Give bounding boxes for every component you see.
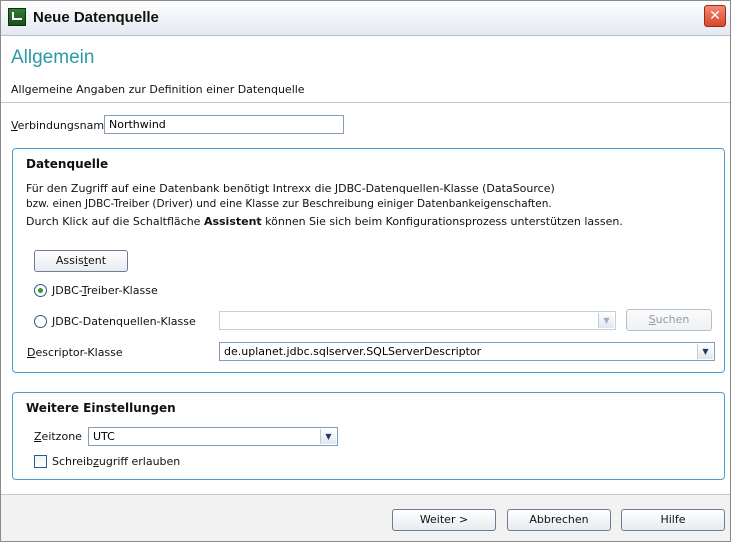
driver-class-label[interactable]: JDBC-Treiber-Klasse	[52, 284, 158, 297]
title-bar[interactable]: Neue Datenquelle ✕	[1, 1, 730, 36]
chevron-down-icon[interactable]: ▼	[598, 313, 614, 328]
more-settings-title: Weitere Einstellungen	[26, 401, 176, 415]
connection-name-label: Verbindungsname	[11, 119, 111, 132]
search-button[interactable]: Suchen	[626, 309, 712, 331]
desc-text: können Sie sich beim Konfigurationsproze…	[261, 215, 623, 228]
window-title: Neue Datenquelle	[33, 9, 159, 26]
timezone-label: Zeitzone	[34, 430, 82, 443]
label-text: escriptor-Klasse	[35, 346, 123, 359]
label-text: Schreib	[52, 455, 94, 468]
help-button[interactable]: Hilfe	[621, 509, 725, 531]
next-button[interactable]: Weiter >	[392, 509, 496, 531]
timezone-combo[interactable]: UTC ▼	[88, 427, 338, 446]
datasource-class-label[interactable]: JDBC-Datenquellen-Klasse	[52, 315, 196, 328]
label-text: reiber-Klasse	[86, 284, 158, 297]
combo-value: UTC	[93, 430, 115, 443]
desc-bold-text: Assistent	[203, 215, 262, 228]
assistant-button[interactable]: Assistent	[34, 250, 128, 272]
chevron-down-icon[interactable]: ▼	[697, 344, 713, 359]
label-text: DBC-Datenquellen-Klasse	[55, 315, 196, 328]
label-text: JDBC-	[52, 284, 82, 297]
label-text: eitzone	[41, 430, 82, 443]
chevron-down-icon[interactable]: ▼	[320, 429, 336, 444]
accelerator-key: S	[648, 313, 656, 326]
driver-class-radio[interactable]	[34, 284, 47, 297]
button-text: uchen	[655, 313, 690, 326]
write-access-checkbox[interactable]	[34, 455, 47, 468]
datasource-desc-line-2: bzw. einen JDBC-Treiber (Driver) und ein…	[26, 198, 552, 210]
button-text: Assis	[55, 254, 84, 267]
datasource-class-radio[interactable]	[34, 315, 47, 328]
button-text: ent	[88, 254, 107, 267]
page-title: Allgemein	[11, 47, 95, 68]
datasource-class-combo[interactable]: ▼	[219, 311, 616, 330]
page-subtitle: Allgemeine Angaben zur Definition einer …	[11, 83, 305, 96]
connection-name-input[interactable]: Northwind	[104, 115, 344, 134]
datasource-section-title: Datenquelle	[26, 157, 109, 171]
dialog-window: Neue Datenquelle ✕ Allgemein Allgemeine …	[0, 0, 731, 542]
cancel-button[interactable]: Abbrechen	[507, 509, 611, 531]
accelerator-key: Z	[34, 430, 42, 443]
descriptor-class-label: Descriptor-Klasse	[27, 346, 123, 359]
combo-value: de.uplanet.jdbc.sqlserver.SQLServerDescr…	[224, 345, 482, 358]
close-button[interactable]: ✕	[704, 5, 726, 27]
datasource-desc-line-1: Für den Zugriff auf eine Datenbank benöt…	[26, 182, 555, 195]
write-access-label[interactable]: Schreibzugriff erlauben	[52, 455, 180, 468]
datasource-desc-line-3: Durch Klick auf die Schaltfläche Assiste…	[26, 214, 623, 229]
accelerator-key: V	[11, 119, 18, 132]
descriptor-class-combo[interactable]: de.uplanet.jdbc.sqlserver.SQLServerDescr…	[219, 342, 715, 361]
label-text: erbindungsname	[17, 119, 111, 132]
desc-text: Durch Klick auf die Schaltfläche	[26, 215, 204, 228]
app-window-icon	[8, 8, 26, 26]
label-text: ugriff erlauben	[98, 455, 181, 468]
